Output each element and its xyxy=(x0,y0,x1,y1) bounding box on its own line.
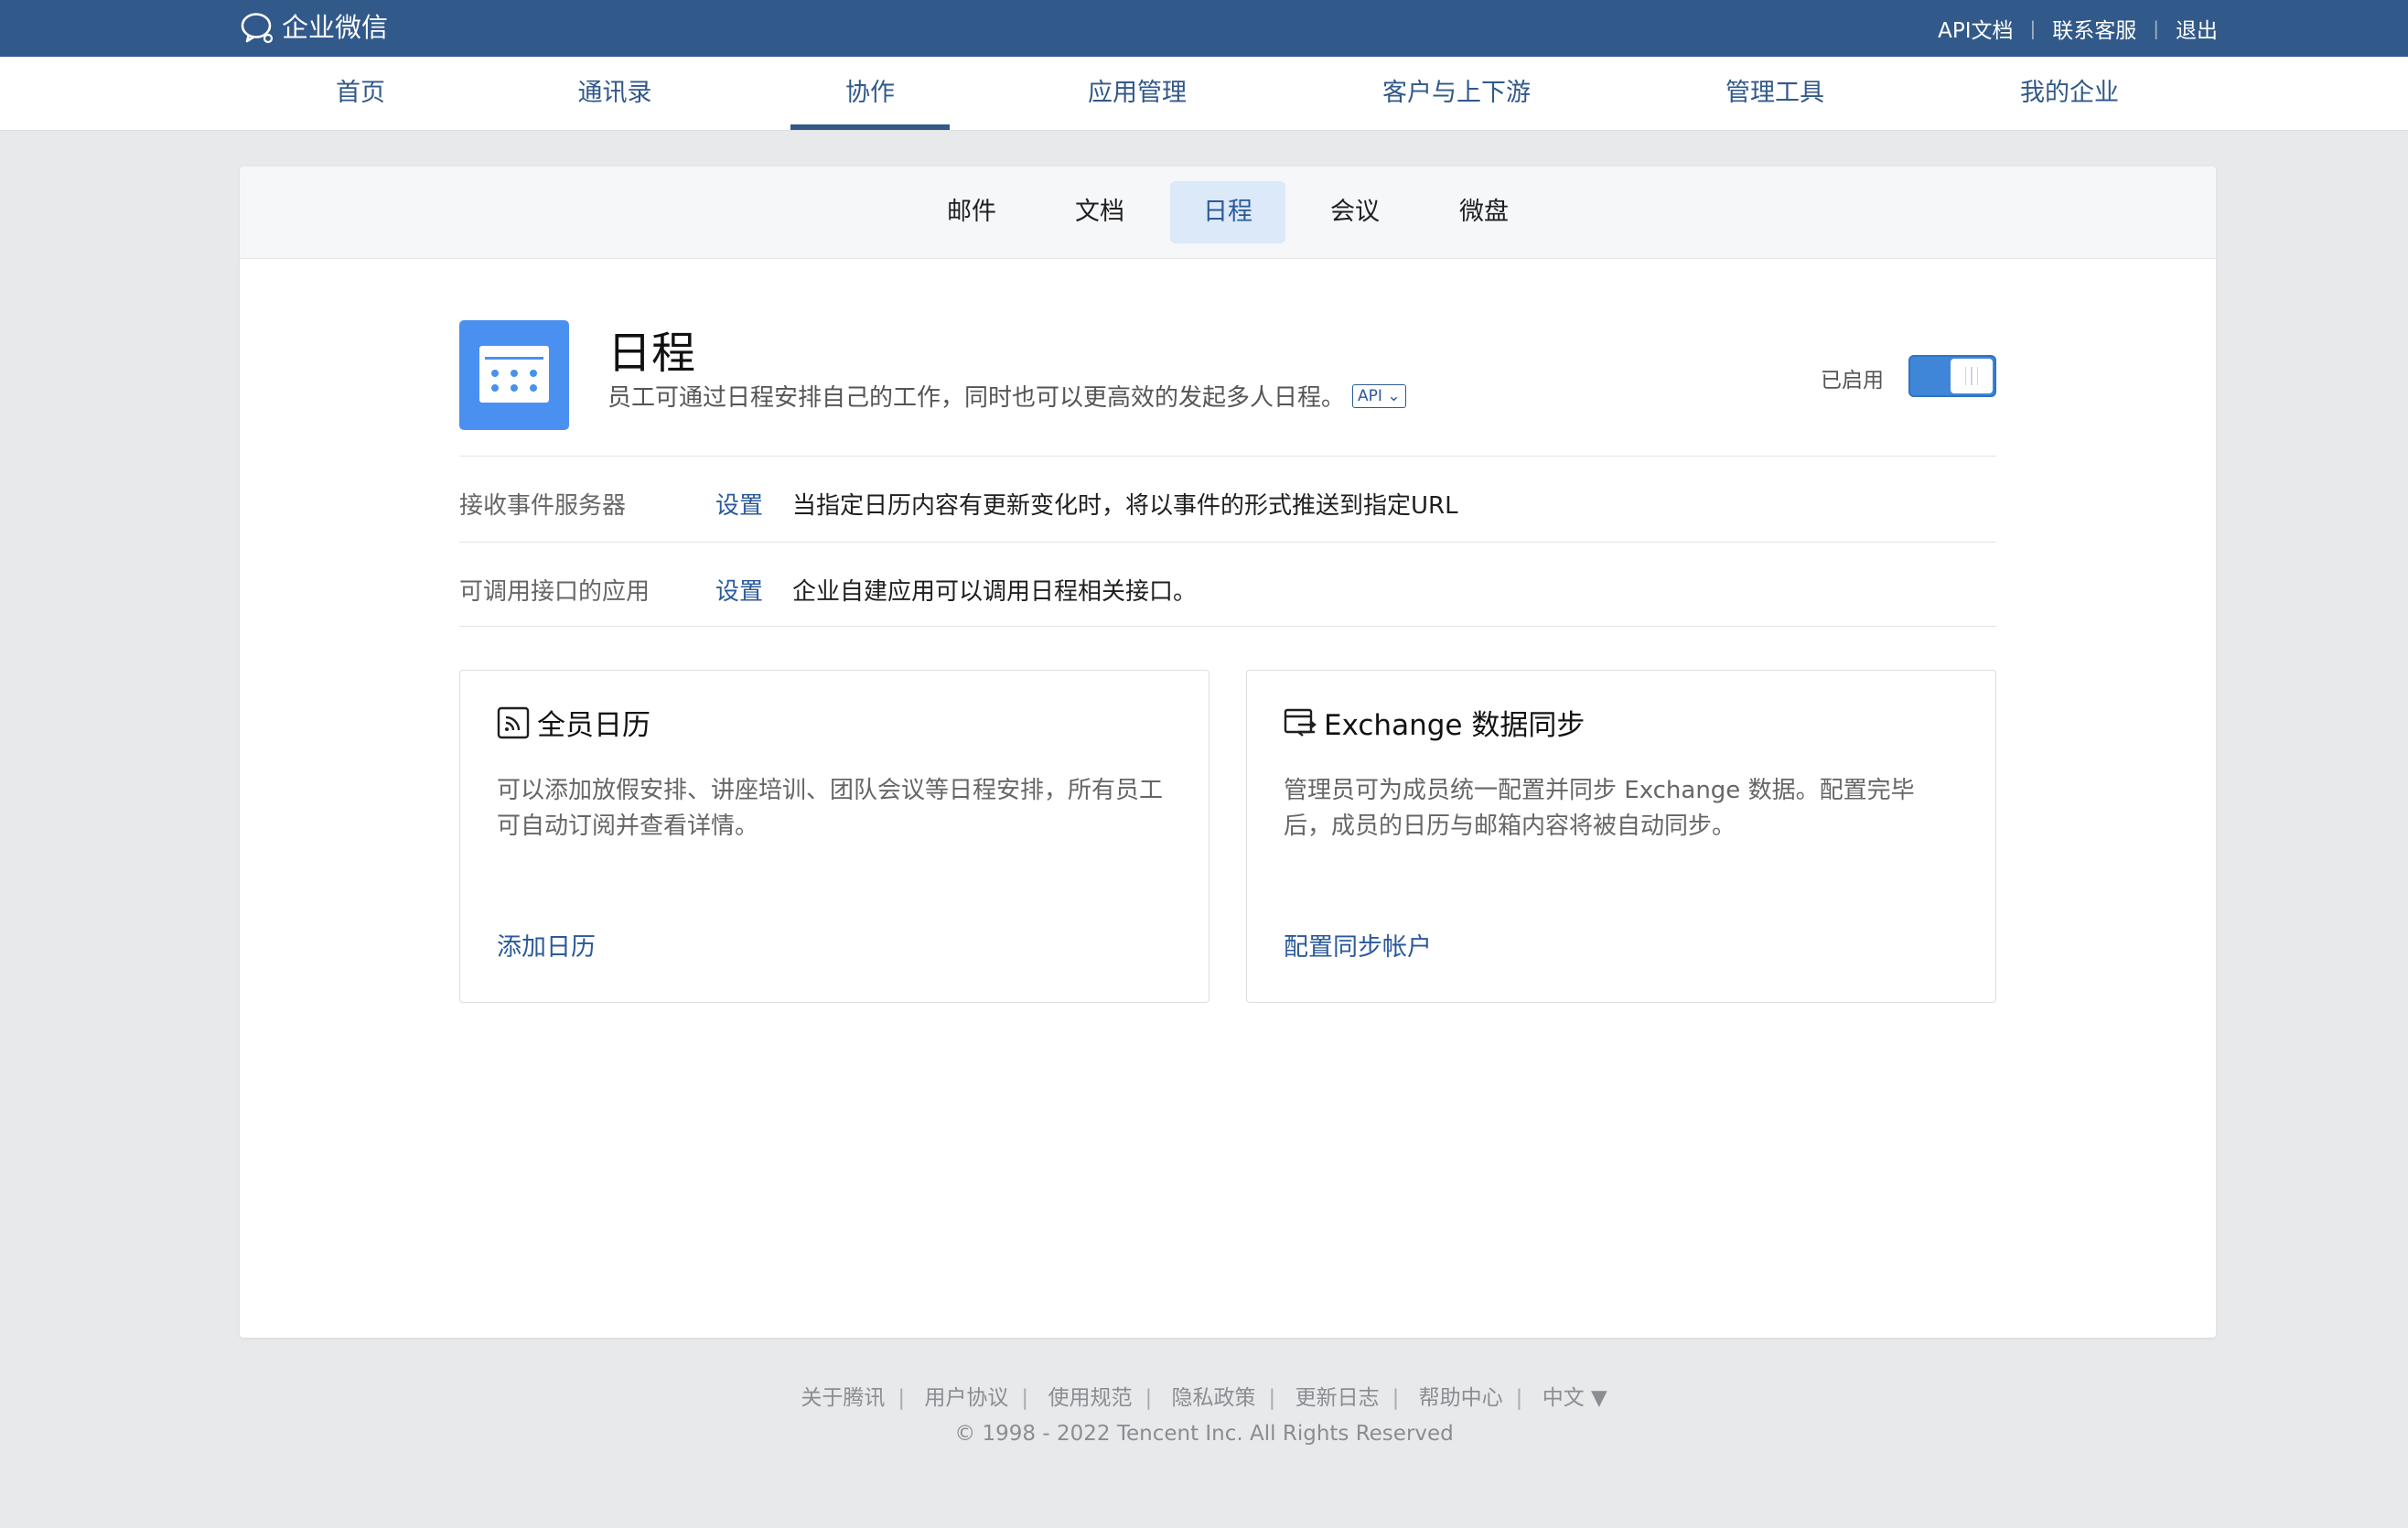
api-apps-label: 可调用接口的应用 xyxy=(459,578,650,606)
separator: | xyxy=(2153,17,2159,39)
feature-description: 可以添加放假安排、讲座培训、团队会议等日程安排，所有员工可自动订阅并查看详情。 xyxy=(497,777,1164,840)
nav-collaboration[interactable]: 协作 xyxy=(845,57,895,130)
add-calendar-link[interactable]: 添加日历 xyxy=(497,927,596,963)
separator: | xyxy=(1392,1386,1400,1410)
api-apps-settings-link[interactable]: 设置 xyxy=(715,573,763,607)
nav-my-enterprise[interactable]: 我的企业 xyxy=(2020,57,2119,130)
nav-contacts[interactable]: 通讯录 xyxy=(578,57,652,130)
event-server-label: 接收事件服务器 xyxy=(459,492,627,520)
top-bar: 企业微信 API文档 | 联系客服 | 退出 xyxy=(0,0,2408,57)
app-description: 员工可通过日程安排自己的工作，同时也可以更高效的发起多人日程。 xyxy=(607,384,1346,412)
separator: | xyxy=(1145,1386,1153,1410)
separator: | xyxy=(2029,17,2037,39)
api-docs-link[interactable]: API文档 xyxy=(1938,13,2013,44)
logout-link[interactable]: 退出 xyxy=(2176,13,2218,44)
event-server-settings-link[interactable]: 设置 xyxy=(715,487,763,521)
tab-schedule[interactable]: 日程 xyxy=(1170,181,1285,243)
nav-admin-tools[interactable]: 管理工具 xyxy=(1725,57,1824,130)
feature-card-exchange-sync: Exchange 数据同步 管理员可为成员统一配置并同步 Exchange 数据… xyxy=(1246,670,1996,1003)
chevron-down-icon: ⌄ xyxy=(1387,386,1401,405)
feature-header: 全员日历 xyxy=(497,702,650,743)
api-apps-description: 企业自建应用可以调用日程相关接口。 xyxy=(792,578,1198,606)
content-card: 邮件 文档 日程 会议 微盘 日程 员工可通过日程安排自己的工作，同时也可以更高… xyxy=(240,167,2216,1338)
nav-customers[interactable]: 客户与上下游 xyxy=(1382,57,1531,130)
feature-title: 全员日历 xyxy=(537,709,650,742)
app-description-row: 员工可通过日程安排自己的工作，同时也可以更高效的发起多人日程。 API ⌄ xyxy=(607,379,1406,413)
separator: | xyxy=(898,1386,906,1410)
wecom-logo-icon xyxy=(241,13,274,44)
tab-docs[interactable]: 文档 xyxy=(1042,181,1157,243)
feature-title: Exchange 数据同步 xyxy=(1324,709,1586,742)
separator: | xyxy=(1268,1386,1276,1410)
divider xyxy=(459,542,1996,543)
divider xyxy=(459,626,1996,627)
rss-calendar-icon xyxy=(497,706,530,738)
tab-mail[interactable]: 邮件 xyxy=(914,181,1029,243)
active-tab-indicator xyxy=(790,124,950,130)
configure-sync-account-link[interactable]: 配置同步帐户 xyxy=(1284,927,1432,963)
status-label: 已启用 xyxy=(1821,369,1884,393)
main-nav: 首页 通讯录 协作 应用管理 客户与上下游 管理工具 我的企业 xyxy=(0,57,2408,131)
footer-link-about[interactable]: 关于腾讯 xyxy=(801,1386,885,1410)
tab-drive[interactable]: 微盘 xyxy=(1426,181,1542,243)
feature-header: Exchange 数据同步 xyxy=(1284,702,1585,743)
sub-nav: 邮件 文档 日程 会议 微盘 xyxy=(240,167,2216,259)
toggle-knob xyxy=(1951,359,1993,393)
event-server-description: 当指定日历内容有更新变化时，将以事件的形式推送到指定URL xyxy=(792,492,1458,520)
separator: | xyxy=(1021,1386,1029,1410)
logo[interactable]: 企业微信 xyxy=(238,7,388,48)
footer-link-user-agreement[interactable]: 用户协议 xyxy=(924,1386,1008,1410)
top-links: API文档 | 联系客服 | 退出 xyxy=(1938,13,2218,44)
api-badge-label: API xyxy=(1358,386,1382,405)
divider xyxy=(459,456,1996,457)
nav-home[interactable]: 首页 xyxy=(336,57,385,130)
separator: | xyxy=(1515,1386,1523,1410)
feature-card-all-staff-calendar: 全员日历 可以添加放假安排、讲座培训、团队会议等日程安排，所有员工可自动订阅并查… xyxy=(459,670,1209,1003)
footer-link-usage-rules[interactable]: 使用规范 xyxy=(1048,1386,1132,1410)
language-selector[interactable]: 中文 ▼ xyxy=(1543,1386,1607,1410)
app-icon xyxy=(459,320,569,430)
enable-toggle[interactable] xyxy=(1908,355,1996,397)
calendar-icon xyxy=(479,346,549,403)
footer-link-help[interactable]: 帮助中心 xyxy=(1419,1386,1503,1410)
footer-link-changelog[interactable]: 更新日志 xyxy=(1295,1386,1380,1410)
nav-app-management[interactable]: 应用管理 xyxy=(1088,57,1187,130)
contact-support-link[interactable]: 联系客服 xyxy=(2052,13,2136,44)
sync-icon xyxy=(1284,708,1317,737)
tab-meeting[interactable]: 会议 xyxy=(1297,181,1413,243)
api-badge[interactable]: API ⌄ xyxy=(1352,383,1406,408)
feature-description: 管理员可为成员统一配置并同步 Exchange 数据。配置完毕后，成员的日历与邮… xyxy=(1284,777,1915,840)
brand-name: 企业微信 xyxy=(282,12,389,43)
copyright: © 1998 - 2022 Tencent Inc. All Rights Re… xyxy=(954,1422,1454,1446)
footer-link-privacy[interactable]: 隐私政策 xyxy=(1172,1386,1256,1410)
footer-links: 关于腾讯 | 用户协议 | 使用规范 | 隐私政策 | 更新日志 | 帮助中心 | 中文 ▼ xyxy=(0,1380,2408,1411)
app-title: 日程 xyxy=(607,328,696,379)
